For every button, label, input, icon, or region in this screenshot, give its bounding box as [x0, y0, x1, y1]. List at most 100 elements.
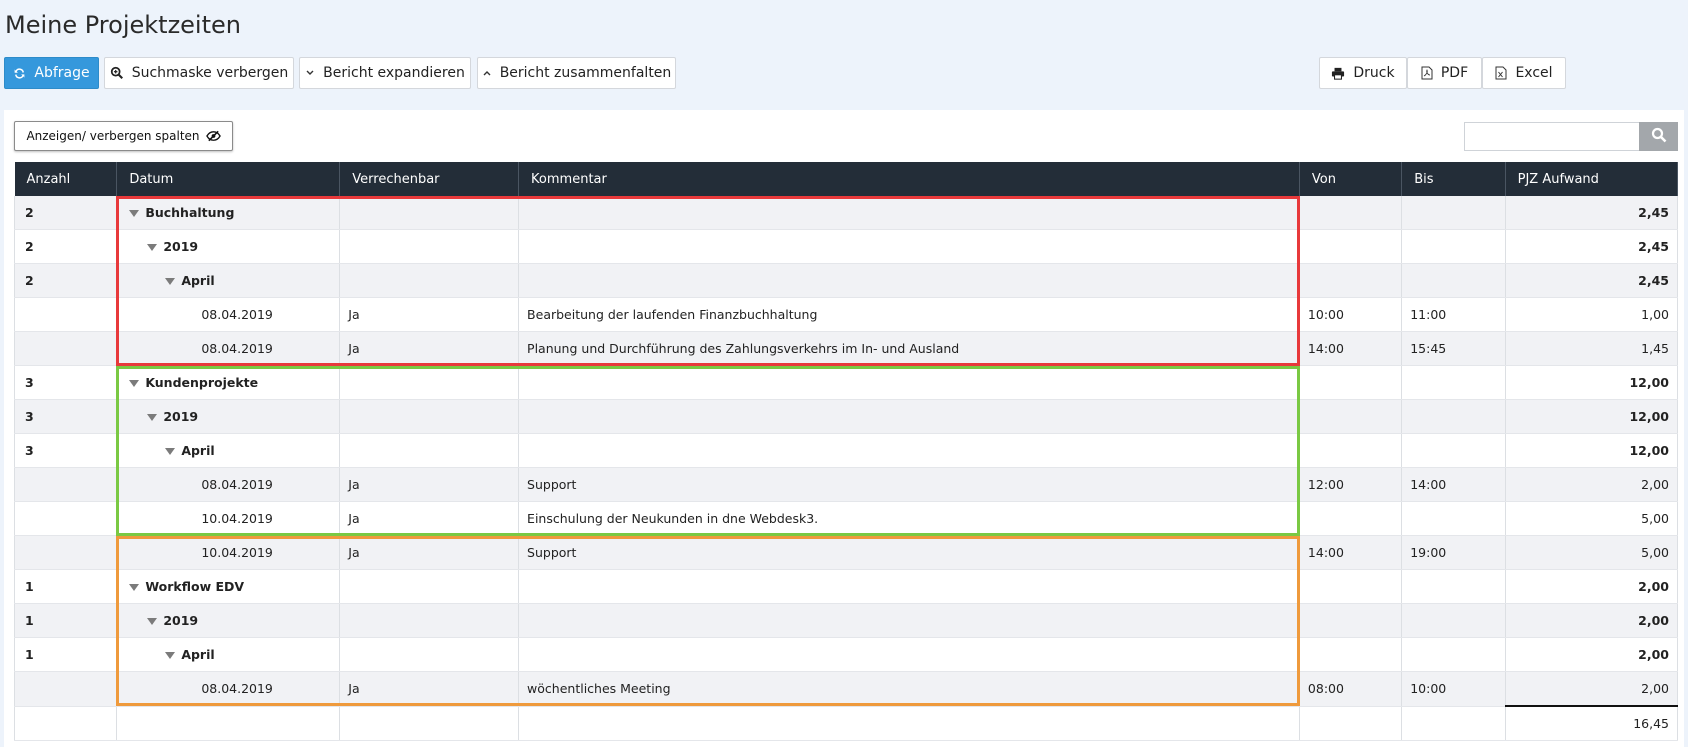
- caret-down-icon[interactable]: [147, 244, 158, 251]
- time-report-table: Anzahl Datum Verrechenbar Kommentar Von …: [13, 162, 1679, 741]
- total-empty-cell: [339, 706, 520, 741]
- cell-anzahl: 3: [13, 365, 118, 400]
- expand-report-button[interactable]: Bericht expandieren: [299, 57, 471, 89]
- pdf-button[interactable]: PDF: [1407, 57, 1482, 89]
- print-button[interactable]: Druck: [1319, 57, 1407, 89]
- column-header-von[interactable]: Von: [1299, 162, 1403, 196]
- column-header-anzahl[interactable]: Anzahl: [14, 162, 118, 196]
- cell-bis: [1401, 433, 1506, 468]
- group-row[interactable]: 1 April 2,00: [13, 637, 1679, 672]
- expand-report-label: Bericht expandieren: [323, 65, 465, 81]
- group-row[interactable]: 2 April 2,45: [13, 263, 1679, 298]
- cell-verrechenbar: Ja: [339, 331, 520, 366]
- cell-anzahl: 1: [13, 603, 118, 638]
- group-label: Kundenprojekte: [145, 375, 259, 390]
- caret-down-icon[interactable]: [165, 278, 176, 285]
- cell-bis: [1401, 365, 1506, 400]
- cell-anzahl: [13, 467, 118, 502]
- cell-von: 10:00: [1299, 297, 1403, 332]
- cell-anzahl: [13, 297, 118, 332]
- excel-file-icon: [1495, 66, 1507, 80]
- collapse-report-button[interactable]: Bericht zusammenfalten: [477, 57, 676, 89]
- toggle-columns-button[interactable]: Anzeigen/ verbergen spalten: [14, 121, 233, 151]
- caret-down-icon[interactable]: [129, 380, 140, 387]
- cell-aufwand: 2,45: [1505, 263, 1679, 298]
- group-row[interactable]: 2 2019 2,45: [13, 229, 1679, 264]
- cell-anzahl: [13, 535, 118, 570]
- cell-verrechenbar: Ja: [339, 671, 520, 707]
- cell-aufwand: 2,00: [1505, 467, 1679, 502]
- cell-group-label[interactable]: Buchhaltung: [116, 196, 341, 230]
- cell-kommentar: [518, 637, 1300, 672]
- caret-down-icon[interactable]: [129, 584, 140, 591]
- cell-aufwand: 12,00: [1505, 433, 1679, 468]
- cell-aufwand: 1,00: [1505, 297, 1679, 332]
- toggle-columns-label: Anzeigen/ verbergen spalten: [26, 129, 200, 143]
- refresh-icon: [13, 67, 26, 80]
- cell-group-label[interactable]: Workflow EDV: [116, 569, 341, 604]
- cell-bis: 19:00: [1401, 535, 1506, 570]
- abfrage-button[interactable]: Abfrage: [4, 57, 99, 89]
- group-row[interactable]: 2 Buchhaltung 2,45: [13, 196, 1679, 230]
- pdf-file-icon: [1421, 66, 1433, 80]
- cell-von: [1299, 569, 1403, 604]
- cell-group-label[interactable]: April: [116, 263, 341, 298]
- cell-bis: 10:00: [1401, 671, 1506, 707]
- cell-kommentar: [518, 603, 1300, 638]
- table-search-button[interactable]: [1639, 122, 1678, 151]
- cell-von: [1299, 637, 1403, 672]
- table-search-input[interactable]: [1464, 122, 1639, 151]
- total-aufwand: 16,45: [1505, 705, 1679, 741]
- group-row[interactable]: 3 April 12,00: [13, 433, 1679, 468]
- group-label: April: [181, 273, 215, 288]
- cell-von: 12:00: [1299, 467, 1403, 502]
- caret-down-icon[interactable]: [129, 210, 140, 217]
- group-row[interactable]: 1 Workflow EDV 2,00: [13, 569, 1679, 604]
- cell-group-label[interactable]: 2019: [116, 603, 341, 638]
- page-title: Meine Projektzeiten: [5, 11, 241, 39]
- cell-anzahl: 2: [13, 196, 118, 230]
- hide-search-label: Suchmaske verbergen: [131, 65, 289, 81]
- cell-verrechenbar: [339, 433, 520, 468]
- cell-kommentar: [518, 196, 1300, 230]
- toolbar: Abfrage Suchmaske verbergen Bericht expa…: [4, 57, 1688, 91]
- cell-bis: [1401, 263, 1506, 298]
- cell-anzahl: [13, 671, 118, 707]
- caret-down-icon[interactable]: [165, 448, 176, 455]
- total-empty-cell: [116, 706, 341, 741]
- printer-icon: [1331, 67, 1345, 80]
- hide-search-button[interactable]: Suchmaske verbergen: [104, 57, 294, 89]
- cell-verrechenbar: [339, 365, 520, 400]
- caret-down-icon[interactable]: [147, 618, 158, 625]
- cell-anzahl: 2: [13, 263, 118, 298]
- column-header-kommentar[interactable]: Kommentar: [518, 162, 1300, 196]
- column-header-pjz-aufwand[interactable]: PJZ Aufwand: [1505, 162, 1679, 196]
- group-row[interactable]: 3 2019 12,00: [13, 399, 1679, 434]
- group-row[interactable]: 3 Kundenprojekte 12,00: [13, 365, 1679, 400]
- cell-aufwand: 2,45: [1505, 196, 1679, 230]
- cell-group-label[interactable]: April: [116, 433, 341, 468]
- cell-aufwand: 2,45: [1505, 229, 1679, 264]
- cell-aufwand: 2,00: [1505, 603, 1679, 638]
- cell-group-label[interactable]: April: [116, 637, 341, 672]
- cell-group-label[interactable]: 2019: [116, 229, 341, 264]
- excel-button[interactable]: Excel: [1482, 57, 1566, 89]
- cell-bis: [1401, 229, 1506, 264]
- cell-von: [1299, 196, 1403, 230]
- cell-kommentar: Bearbeitung der laufenden Finanzbuchhalt…: [518, 297, 1300, 332]
- group-row[interactable]: 1 2019 2,00: [13, 603, 1679, 638]
- column-header-bis[interactable]: Bis: [1401, 162, 1506, 196]
- caret-down-icon[interactable]: [147, 414, 158, 421]
- cell-verrechenbar: [339, 399, 520, 434]
- caret-down-icon[interactable]: [165, 652, 176, 659]
- cell-kommentar: [518, 229, 1300, 264]
- cell-group-label[interactable]: Kundenprojekte: [116, 365, 341, 400]
- column-header-datum[interactable]: Datum: [116, 162, 341, 196]
- table-row: 10.04.2019 Ja Einschulung der Neukunden in…: [13, 501, 1679, 536]
- cell-datum: 08.04.2019: [116, 297, 341, 332]
- cell-group-label[interactable]: 2019: [116, 399, 341, 434]
- abfrage-label: Abfrage: [34, 65, 90, 81]
- cell-von: 14:00: [1299, 535, 1403, 570]
- column-header-verrechenbar[interactable]: Verrechenbar: [339, 162, 520, 196]
- chevron-down-icon: [305, 69, 315, 77]
